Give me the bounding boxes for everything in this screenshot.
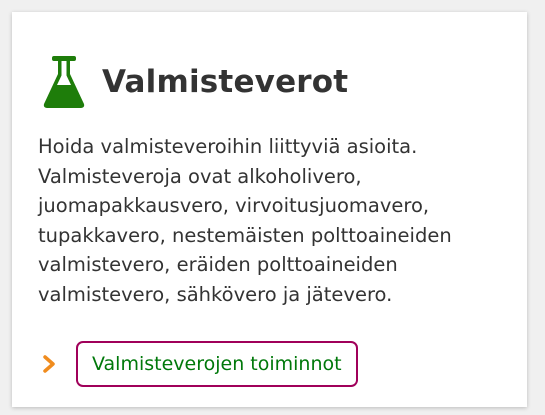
action-row: Valmisteverojen toiminnot [42, 341, 358, 387]
card-title: Valmisteverot [102, 64, 349, 100]
chevron-right-icon [43, 355, 55, 373]
card-header: Valmisteverot [42, 52, 348, 112]
card-description: Hoida valmisteveroihin liittyviä asioita… [38, 135, 452, 306]
excise-tax-card: Valmisteverot Hoida valmisteveroihin lii… [12, 12, 527, 407]
excise-tax-actions-link[interactable]: Valmisteverojen toiminnot [76, 341, 358, 387]
flask-icon [43, 56, 85, 108]
